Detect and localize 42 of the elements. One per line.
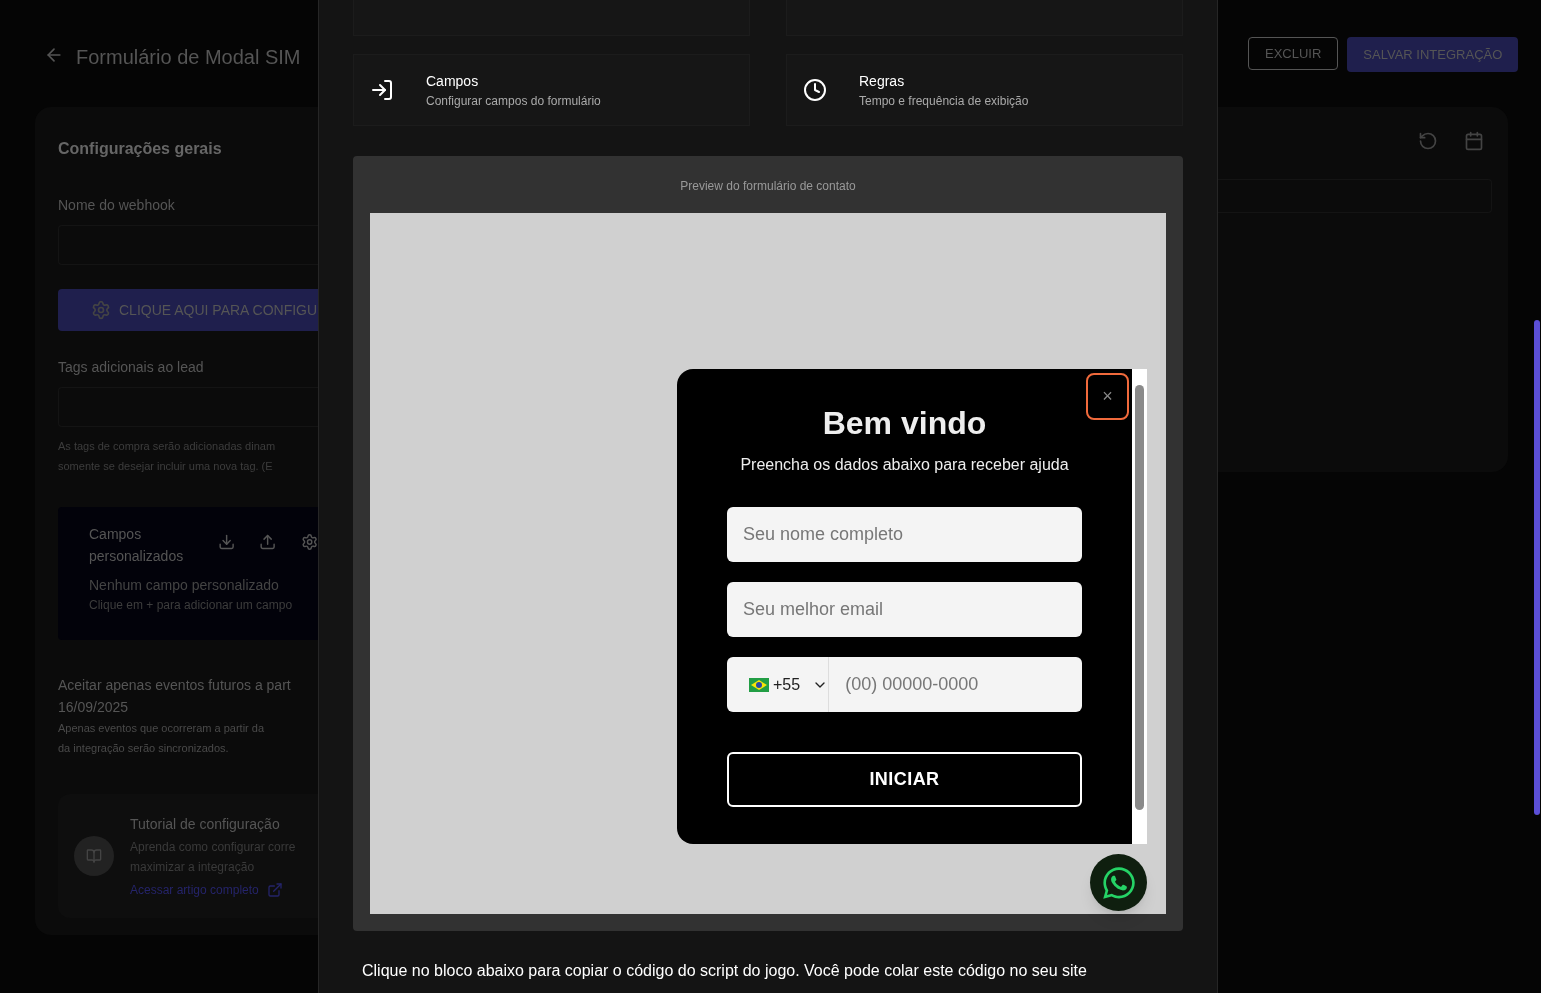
close-button[interactable]: ×	[1086, 373, 1129, 420]
section-title: Regras	[859, 71, 906, 91]
start-button[interactable]: INICIAR	[727, 752, 1082, 807]
book-icon	[74, 836, 114, 876]
tags-input-field[interactable]	[58, 387, 318, 427]
reset-icon[interactable]	[1418, 131, 1438, 151]
gear-icon[interactable]	[300, 533, 318, 551]
enter-icon	[370, 78, 394, 102]
phone-input-field[interactable]: +55 (00) 00000-0000	[727, 657, 1082, 712]
hint-text: Clique em + para adicionar um campo	[89, 597, 294, 614]
preview-caption: Preview do formulário de contato	[679, 178, 857, 195]
name-input-field[interactable]: Seu nome completo	[727, 507, 1082, 562]
clock-icon	[803, 78, 827, 102]
chat-bubble-icon	[1100, 864, 1137, 901]
instruction-text: Clique no bloco abaixo para copiar o código do script do jogo. Você pode colar este código no seu site	[361, 961, 1088, 981]
page-title: Formulário de Modal SIM	[76, 45, 301, 70]
calendar-icon[interactable]	[1464, 131, 1484, 151]
country-code-select[interactable]: +55	[727, 657, 830, 712]
flag-icon	[749, 677, 769, 692]
section-card[interactable]: Campos Configurar campos do formulário	[353, 54, 750, 126]
section-subtitle: Configurar campos do formulário	[426, 92, 601, 110]
field-label: Tags adicionais ao lead	[58, 358, 205, 377]
chat-button[interactable]	[1090, 854, 1147, 911]
external-link-icon	[266, 881, 283, 898]
section-title: Configurações gerais	[58, 139, 223, 159]
webhook-input-field[interactable]	[58, 225, 318, 265]
setting-label: Aceitar apenas eventos futuros a part 16/09/2025	[58, 676, 292, 717]
empty-message: Nenhum campo personalizado	[89, 576, 280, 595]
field-label: Nome do webhook	[58, 196, 176, 215]
section-title: Campos	[426, 71, 480, 91]
email-input-field[interactable]: Seu melhor email	[727, 582, 1082, 637]
download-icon[interactable]	[218, 533, 236, 551]
date-input-field[interactable]	[1218, 179, 1492, 213]
section-subtitle: Tempo e frequência de exibição	[859, 92, 1029, 110]
gear-icon	[91, 300, 111, 320]
upload-icon[interactable]	[259, 533, 277, 551]
tutorial-title: Tutorial de configuração	[130, 814, 281, 834]
section-card[interactable]: Regras Tempo e frequência de exibição	[786, 54, 1183, 126]
panel-title: Campos personalizados	[89, 525, 185, 566]
modal-subtitle: Preencha os dados abaixo para receber ajuda	[740, 455, 1069, 475]
help-text: Apenas eventos que ocorreram a partir da da integração serão sincronizados.	[58, 721, 266, 756]
modal-title: Bem vindo	[822, 404, 987, 443]
